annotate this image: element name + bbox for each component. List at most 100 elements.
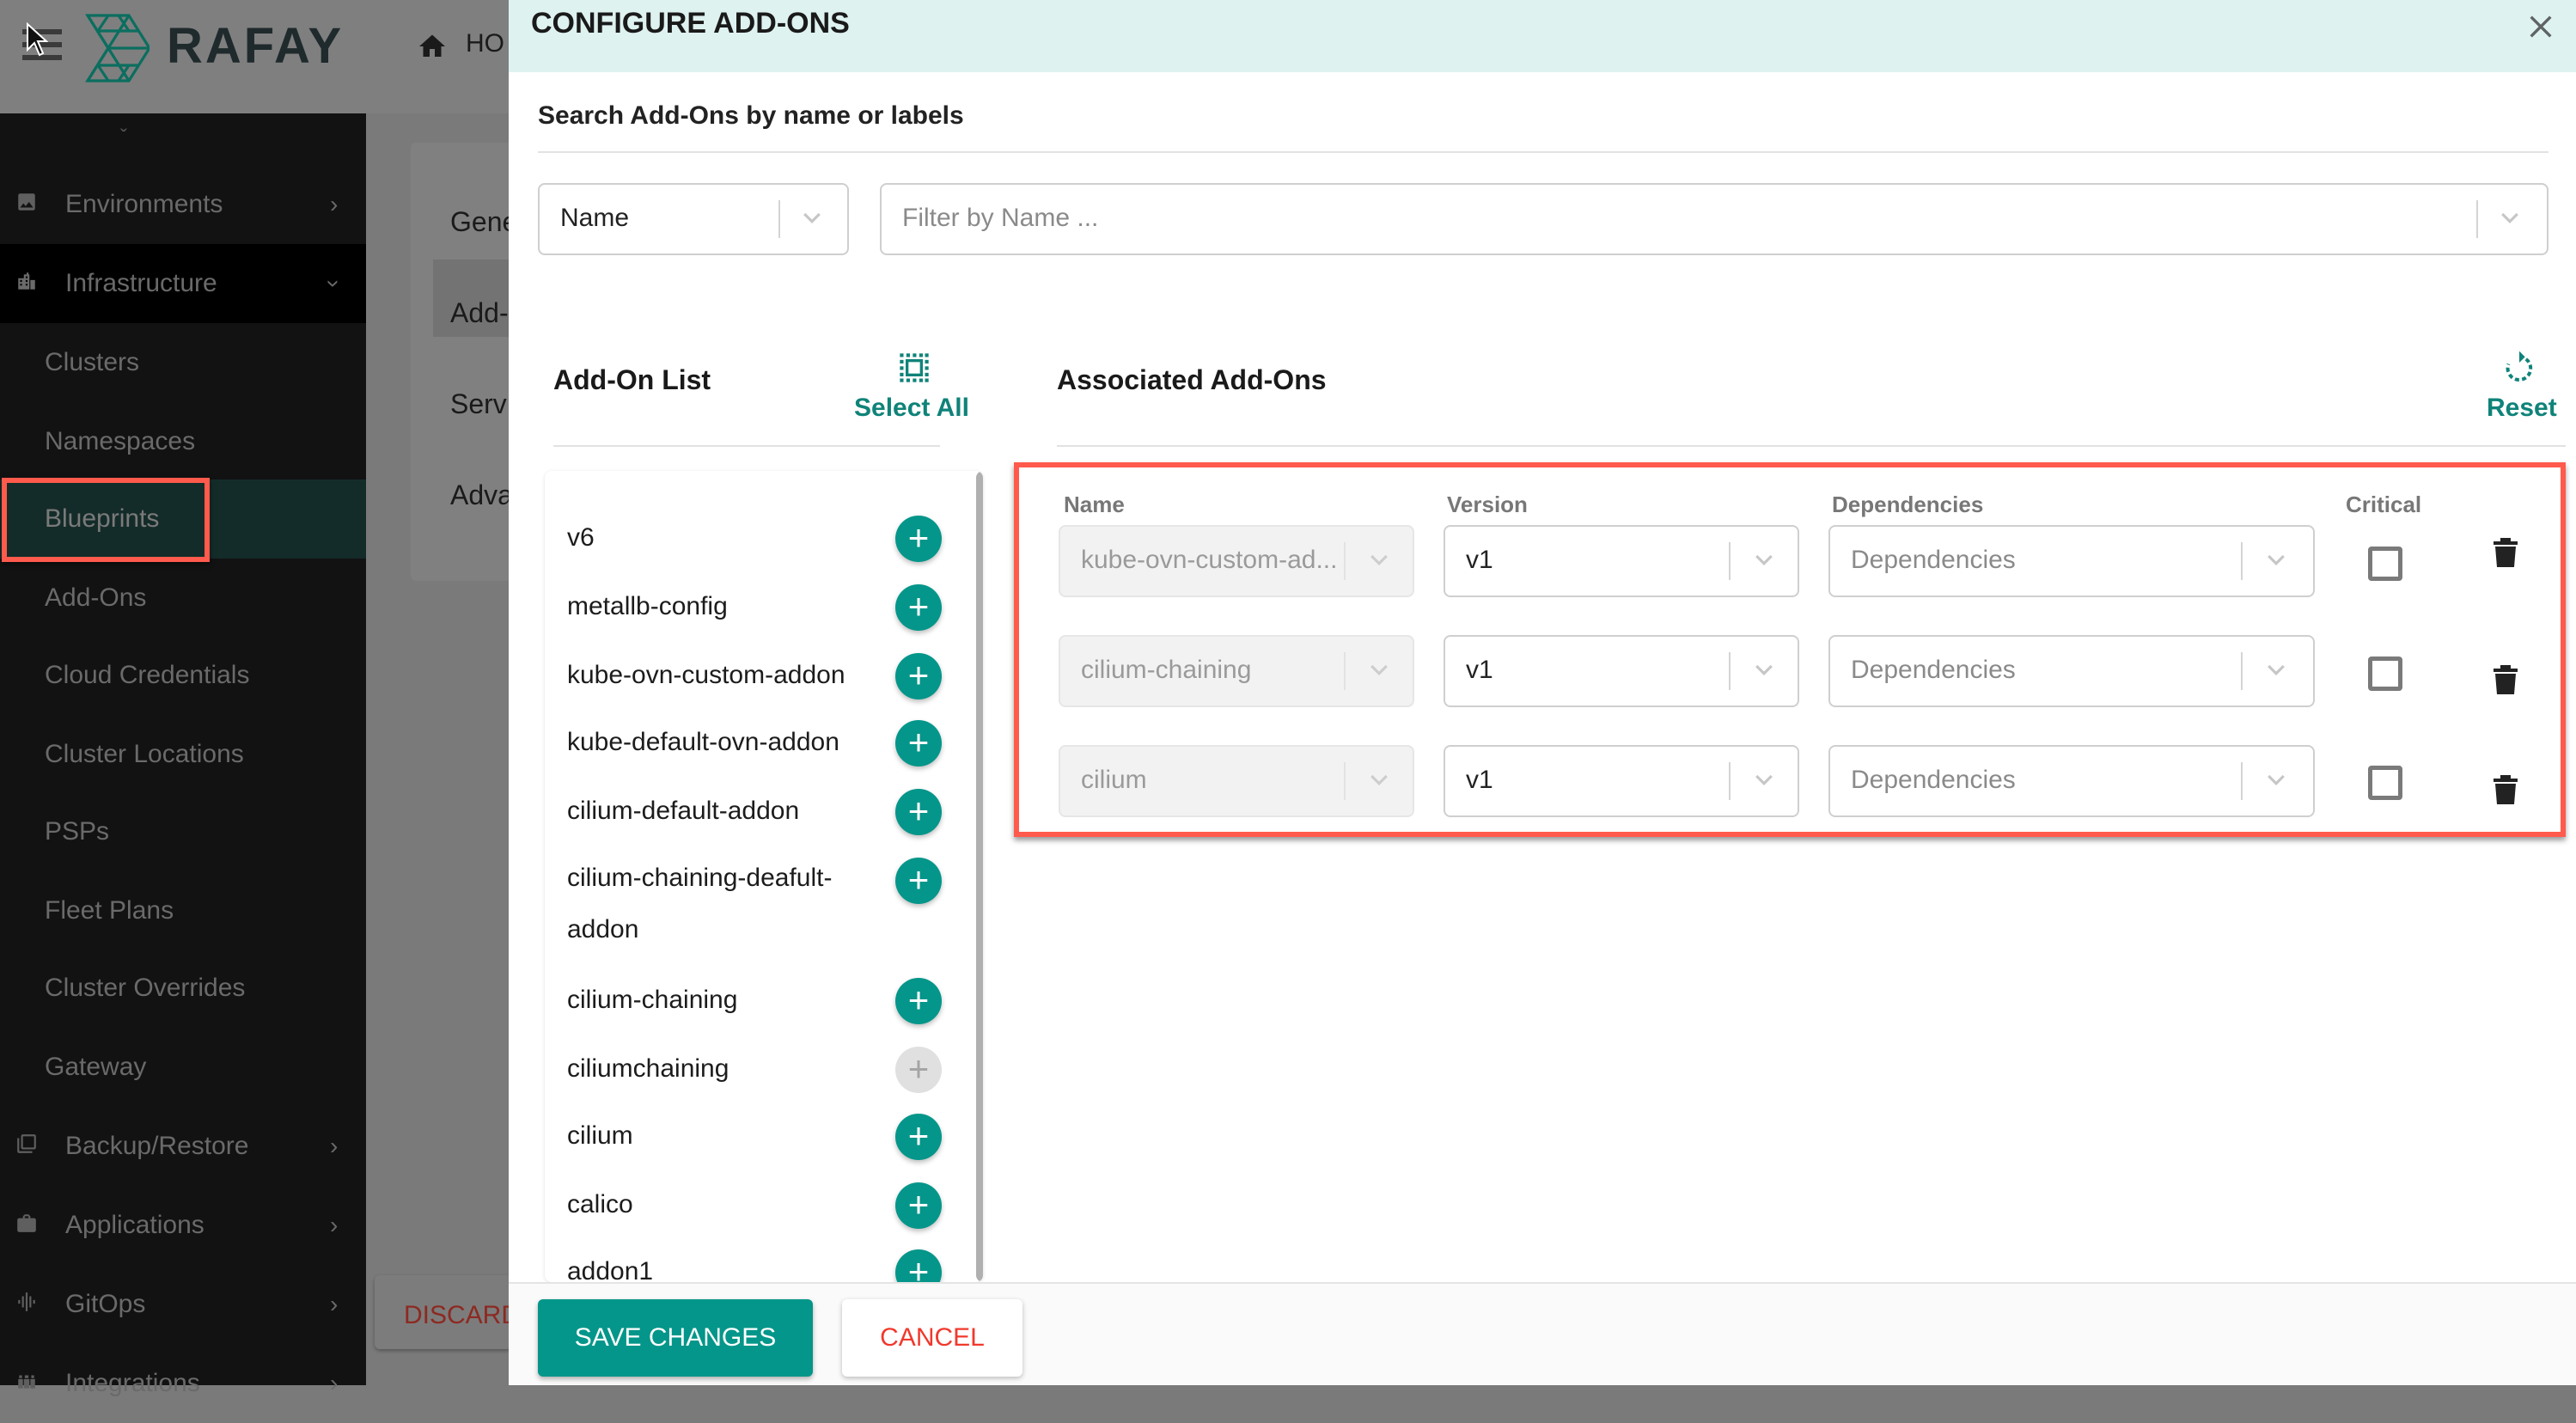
filter-by-name-input[interactable]: Filter by Name ... (880, 183, 2549, 255)
background-tab[interactable]: Adva (450, 479, 513, 511)
sidebar-item-cluster-locations[interactable]: Cluster Locations (0, 715, 366, 794)
grid-icon (18, 1375, 35, 1389)
sidebar-item-label: Backup/Restore (65, 1132, 249, 1160)
sidebar-item-gitops[interactable]: GitOps › (0, 1265, 366, 1344)
sidebar-item-label: Fleet Plans (45, 896, 174, 925)
sidebar-item-applications[interactable]: Applications › (0, 1186, 366, 1265)
addon-name: cilium-default-addon (567, 797, 800, 825)
rafay-logo-icon (85, 14, 150, 82)
highlight-box (2, 478, 210, 562)
addon-name: ciliumchaining (567, 1054, 729, 1083)
chevron-down-icon: › (320, 279, 348, 288)
sidebar-item-label: PSPs (45, 817, 110, 846)
discard-button[interactable]: DISCARD (375, 1275, 520, 1349)
chevron-down-icon (2501, 212, 2518, 223)
sidebar-item-cloud-credentials[interactable]: Cloud Credentials (0, 636, 366, 715)
add-addon-button[interactable]: + (895, 1114, 942, 1160)
add-addon-button[interactable]: + (895, 858, 942, 904)
chevron-right-icon: › (330, 1133, 339, 1159)
breadcrumb-home[interactable]: HO (466, 29, 504, 58)
sidebar-item-label: Applications (65, 1211, 204, 1239)
sidebar-item-environments[interactable]: Environments › (0, 165, 366, 244)
cancel-button[interactable]: CANCEL (842, 1299, 1022, 1377)
save-changes-button[interactable]: SAVE CHANGES (538, 1299, 813, 1377)
configure-addons-dialog: CONFIGURE ADD-ONS Search Add-Ons by name… (509, 0, 2576, 1385)
chevron-right-icon: › (330, 1370, 339, 1396)
waveform-icon (18, 1292, 35, 1311)
copy-icon (17, 1134, 36, 1153)
sidebar-item-label: Namespaces (45, 427, 196, 455)
sidebar-item-infrastructure[interactable]: Infrastructure › (0, 244, 366, 323)
add-addon-button[interactable]: + (895, 1249, 942, 1282)
sidebar-item-label: Add-Ons (45, 583, 147, 612)
add-addon-button[interactable]: + (895, 1182, 942, 1229)
sidebar-item-psps[interactable]: PSPs (0, 792, 366, 871)
add-addon-button[interactable]: + (895, 978, 942, 1024)
select-all-button[interactable]: Select All (854, 394, 969, 423)
chevron-right-icon: › (330, 1291, 339, 1317)
dialog-title: CONFIGURE ADD-ONS (531, 7, 850, 40)
associated-addons-title: Associated Add-Ons (1057, 364, 1327, 395)
filter-placeholder: Filter by Name ... (902, 204, 1099, 232)
addon-name: cilium-chaining (567, 986, 738, 1014)
addon-name: cilium-chaining-deafult-addon (567, 864, 833, 944)
search-by-value: Name (560, 204, 630, 232)
sidebar-item-cluster-overrides[interactable]: Cluster Overrides (0, 949, 366, 1028)
add-addon-button[interactable]: + (895, 653, 942, 699)
brand-name: RAFAY (167, 18, 345, 74)
sidebar-item-namespaces[interactable]: Namespaces (0, 402, 366, 481)
sidebar-item-label: Clusters (45, 348, 140, 376)
divider (553, 445, 940, 447)
sidebar-item-label: Cluster Locations (45, 740, 244, 768)
sidebar-scroll-hint: ˇ (120, 125, 127, 149)
sidebar-item-label: Cluster Overrides (45, 974, 246, 1002)
chevron-right-icon: › (330, 1212, 339, 1238)
list-scrollbar[interactable] (976, 471, 983, 1282)
building-icon (18, 272, 35, 290)
select-all-icon[interactable] (897, 351, 931, 385)
briefcase-icon (17, 1214, 36, 1232)
search-section-label: Search Add-Ons by name or labels (538, 101, 964, 130)
add-addon-button[interactable]: + (895, 720, 942, 766)
sidebar: ˇ Environments › Infrastructure › Cluste… (0, 113, 366, 1397)
sidebar-item-label: Infrastructure (65, 269, 217, 297)
addon-name: cilium (567, 1121, 633, 1150)
sidebar-item-label: GitOps (65, 1290, 146, 1318)
sidebar-item-fleet-plans[interactable]: Fleet Plans (0, 871, 366, 950)
sidebar-item-label: Integrations (65, 1369, 200, 1397)
close-icon[interactable] (2526, 12, 2555, 41)
add-addon-button[interactable]: + (895, 584, 942, 631)
sidebar-item-label: Gateway (45, 1053, 147, 1081)
addon-name: metallb-config (567, 592, 728, 620)
addon-name: v6 (567, 523, 595, 552)
sidebar-item-gateway[interactable]: Gateway (0, 1028, 366, 1107)
sidebar-item-add-ons[interactable]: Add-Ons (0, 559, 366, 638)
image-icon (18, 193, 35, 211)
highlight-box (1014, 462, 2566, 837)
select-separator (2476, 200, 2478, 238)
dialog-footer (509, 1284, 2576, 1385)
addon-list-title: Add-On List (553, 364, 711, 395)
background-tab[interactable]: Gene (450, 206, 517, 238)
search-by-select[interactable]: Name (538, 183, 849, 255)
sidebar-item-clusters[interactable]: Clusters (0, 323, 366, 402)
background-tab[interactable]: Serv (450, 388, 507, 420)
addon-name: kube-default-ovn-addon (567, 728, 839, 756)
addon-name: addon1 (567, 1257, 654, 1282)
add-addon-button[interactable]: + (895, 516, 942, 562)
sidebar-item-label: Environments (65, 190, 223, 218)
home-icon[interactable] (416, 31, 449, 62)
background-tab[interactable]: Add- (450, 297, 509, 329)
mouse-cursor-icon (27, 22, 48, 57)
reset-icon[interactable] (2502, 347, 2536, 387)
chevron-down-icon (803, 212, 821, 223)
add-addon-button-disabled: + (895, 1047, 942, 1093)
select-separator (778, 200, 780, 238)
addon-list: v6 + metallb-config + kube-ovn-custom-addo… (545, 471, 983, 1282)
sidebar-item-integrations[interactable]: Integrations › (0, 1344, 366, 1423)
addon-name: kube-ovn-custom-addon (567, 661, 845, 689)
reset-button[interactable]: Reset (2487, 394, 2557, 423)
add-addon-button[interactable]: + (895, 789, 942, 835)
divider (538, 151, 2549, 153)
sidebar-item-backup-restore[interactable]: Backup/Restore › (0, 1107, 366, 1186)
